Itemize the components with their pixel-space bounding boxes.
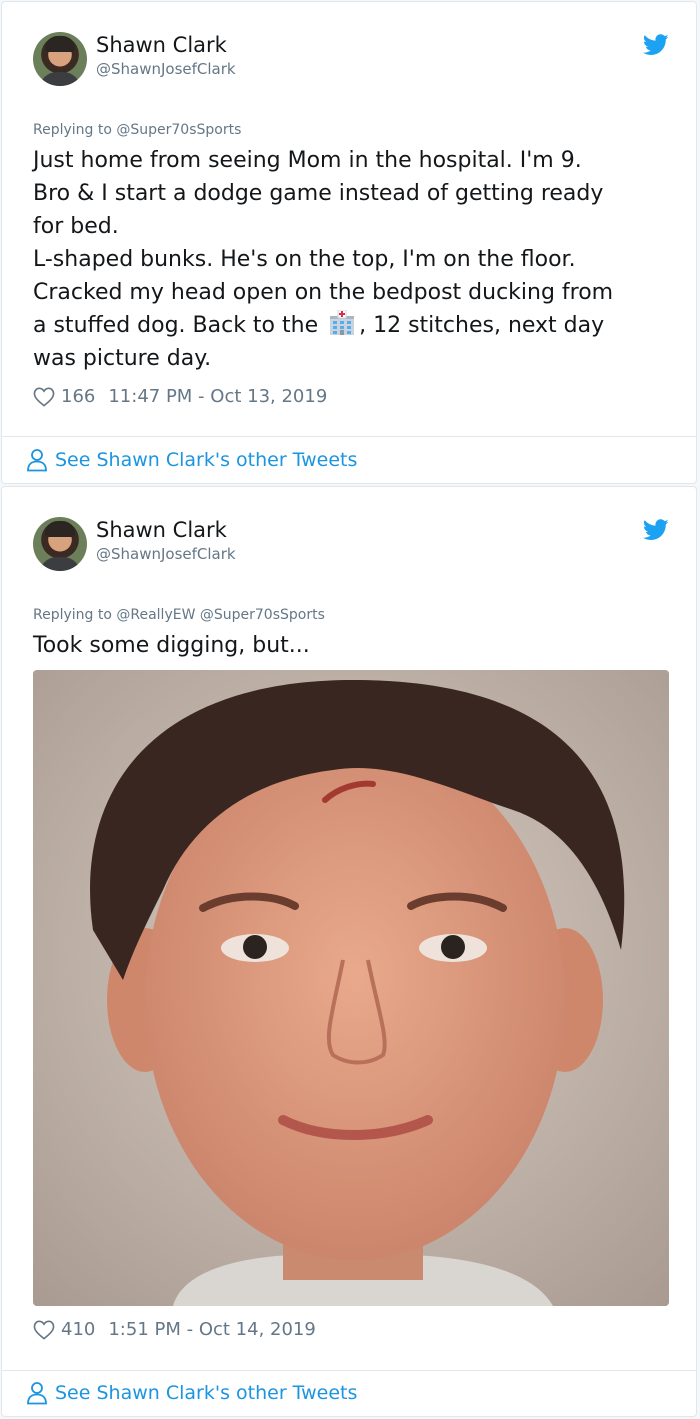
tweet-meta: 166 11:47 PM - Oct 13, 2019 — [33, 386, 327, 407]
tweet-text: Took some digging, but... — [33, 629, 673, 662]
avatar[interactable] — [33, 517, 87, 571]
tweet-text-fragment: , 12 stitches, next day — [359, 313, 605, 338]
tweet-card: Shawn Clark @ShawnJosefClark Replying to… — [1, 486, 697, 1417]
author-handle[interactable]: @ShawnJosefClark — [96, 60, 236, 78]
tweet-text-line: Bro & I start a dodge game instead of ge… — [33, 181, 604, 206]
tweet-text-line-with-emoji: a stuffed dog. Back to the , 12 stitches… — [33, 309, 673, 342]
like-count[interactable]: 166 — [61, 386, 95, 407]
tweet-text-line: Cracked my head open on the bedpost duck… — [33, 280, 614, 305]
avatar[interactable] — [33, 32, 87, 86]
tweet-text: Just home from seeing Mom in the hospita… — [33, 144, 673, 375]
twitter-bird-icon[interactable] — [643, 519, 669, 541]
timestamp[interactable]: 1:51 PM - Oct 14, 2019 — [108, 1319, 315, 1340]
person-icon — [27, 449, 47, 472]
divider — [2, 436, 696, 437]
tweet-text-line: was picture day. — [33, 346, 212, 371]
tweet-text-line: L-shaped bunks. He's on the top, I'm on … — [33, 247, 576, 272]
see-other-tweets-link[interactable]: See Shawn Clark's other Tweets — [26, 1381, 357, 1405]
heart-icon[interactable] — [33, 1320, 55, 1340]
author-name[interactable]: Shawn Clark — [96, 518, 227, 542]
tweet-text-line: Took some digging, but... — [33, 633, 310, 658]
replying-to[interactable]: Replying to @Super70sSports — [33, 122, 241, 138]
heart-icon[interactable] — [33, 387, 55, 407]
see-other-tweets-label[interactable]: See Shawn Clark's other Tweets — [55, 449, 357, 471]
see-other-tweets-link[interactable]: See Shawn Clark's other Tweets — [26, 448, 357, 472]
divider — [2, 1370, 696, 1371]
see-other-tweets-label[interactable]: See Shawn Clark's other Tweets — [55, 1382, 357, 1404]
tweet-meta: 410 1:51 PM - Oct 14, 2019 — [33, 1319, 316, 1340]
tweet-text-fragment: a stuffed dog. Back to the — [33, 313, 319, 338]
author-name[interactable]: Shawn Clark — [96, 33, 227, 57]
timestamp[interactable]: 11:47 PM - Oct 13, 2019 — [108, 386, 327, 407]
person-icon — [27, 1382, 47, 1405]
tweet-card: Shawn Clark @ShawnJosefClark Replying to… — [1, 1, 697, 484]
like-count[interactable]: 410 — [61, 1319, 95, 1340]
school-portrait-photo[interactable] — [33, 670, 669, 1306]
author-handle[interactable]: @ShawnJosefClark — [96, 545, 236, 563]
tweet-text-line: Just home from seeing Mom in the hospita… — [33, 148, 582, 173]
hospital-emoji-icon — [330, 310, 355, 335]
tweet-text-line: for bed. — [33, 214, 119, 239]
replying-to[interactable]: Replying to @ReallyEW @Super70sSports — [33, 607, 325, 623]
twitter-bird-icon[interactable] — [643, 34, 669, 56]
